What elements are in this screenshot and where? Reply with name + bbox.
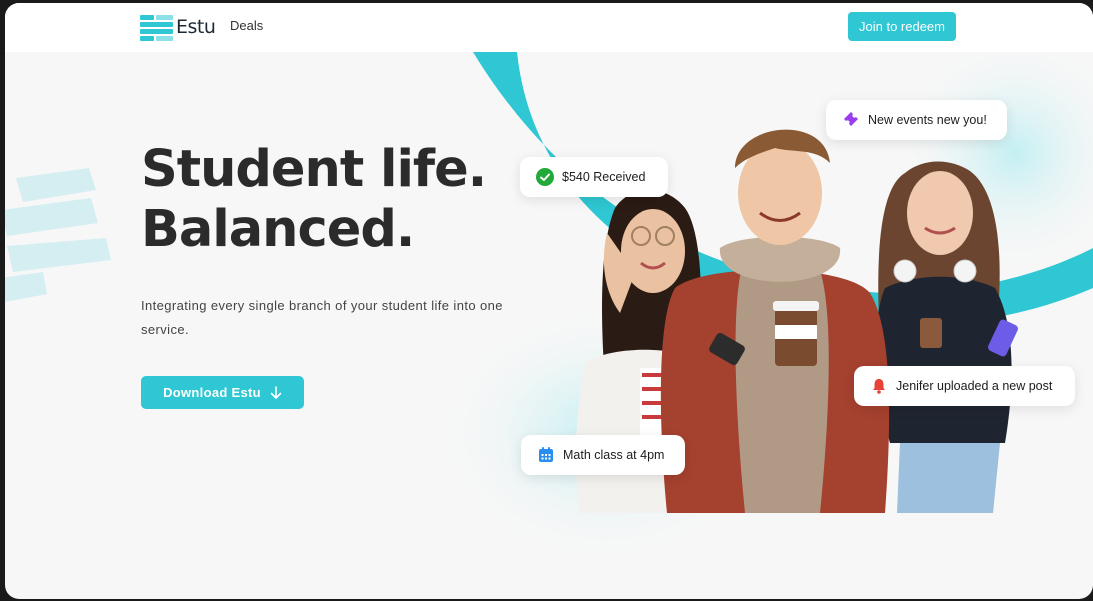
nav-link-deals[interactable]: Deals — [230, 18, 263, 33]
payment-received-card: $540 Received — [520, 157, 668, 197]
calendar-icon — [539, 447, 553, 462]
student-girl-right — [875, 161, 1018, 513]
class-reminder-label: Math class at 4pm — [563, 448, 665, 462]
payment-received-label: $540 Received — [562, 170, 646, 184]
download-button-label: Download Estu — [163, 385, 261, 400]
brand-logo[interactable]: Estu — [140, 14, 216, 41]
class-reminder-card: Math class at 4pm — [521, 435, 685, 475]
bell-icon — [873, 379, 885, 394]
join-to-redeem-button[interactable]: Join to redeem — [848, 12, 956, 41]
logo-mark-icon — [140, 14, 173, 41]
hero-title-line-2: Balanced. — [141, 200, 415, 259]
top-navbar: Estu Deals Join to redeem — [5, 3, 1093, 52]
hero-title: Student life. Balanced. — [141, 140, 561, 260]
arrow-down-icon — [270, 385, 282, 399]
hero-subtitle: Integrating every single branch of your … — [141, 294, 541, 342]
ticket-icon — [844, 112, 858, 126]
student-guy-center — [660, 129, 890, 513]
new-events-card: New events new you! — [826, 100, 1007, 140]
browser-viewport: Estu Deals Join to redeem Student life. … — [5, 3, 1093, 599]
decorative-stripes — [5, 168, 111, 302]
logo-text: Estu — [176, 16, 216, 38]
hero-title-line-1: Student life. — [141, 140, 487, 199]
new-events-label: New events new you! — [868, 113, 987, 127]
post-notification-label: Jenifer uploaded a new post — [896, 379, 1053, 393]
hero-subtitle-line-2: service. — [141, 322, 189, 337]
post-notification-card: Jenifer uploaded a new post — [854, 366, 1075, 406]
hero-subtitle-line-1: Integrating every single branch of your … — [141, 298, 503, 313]
download-estu-button[interactable]: Download Estu — [141, 376, 304, 409]
check-circle-icon — [536, 168, 554, 186]
